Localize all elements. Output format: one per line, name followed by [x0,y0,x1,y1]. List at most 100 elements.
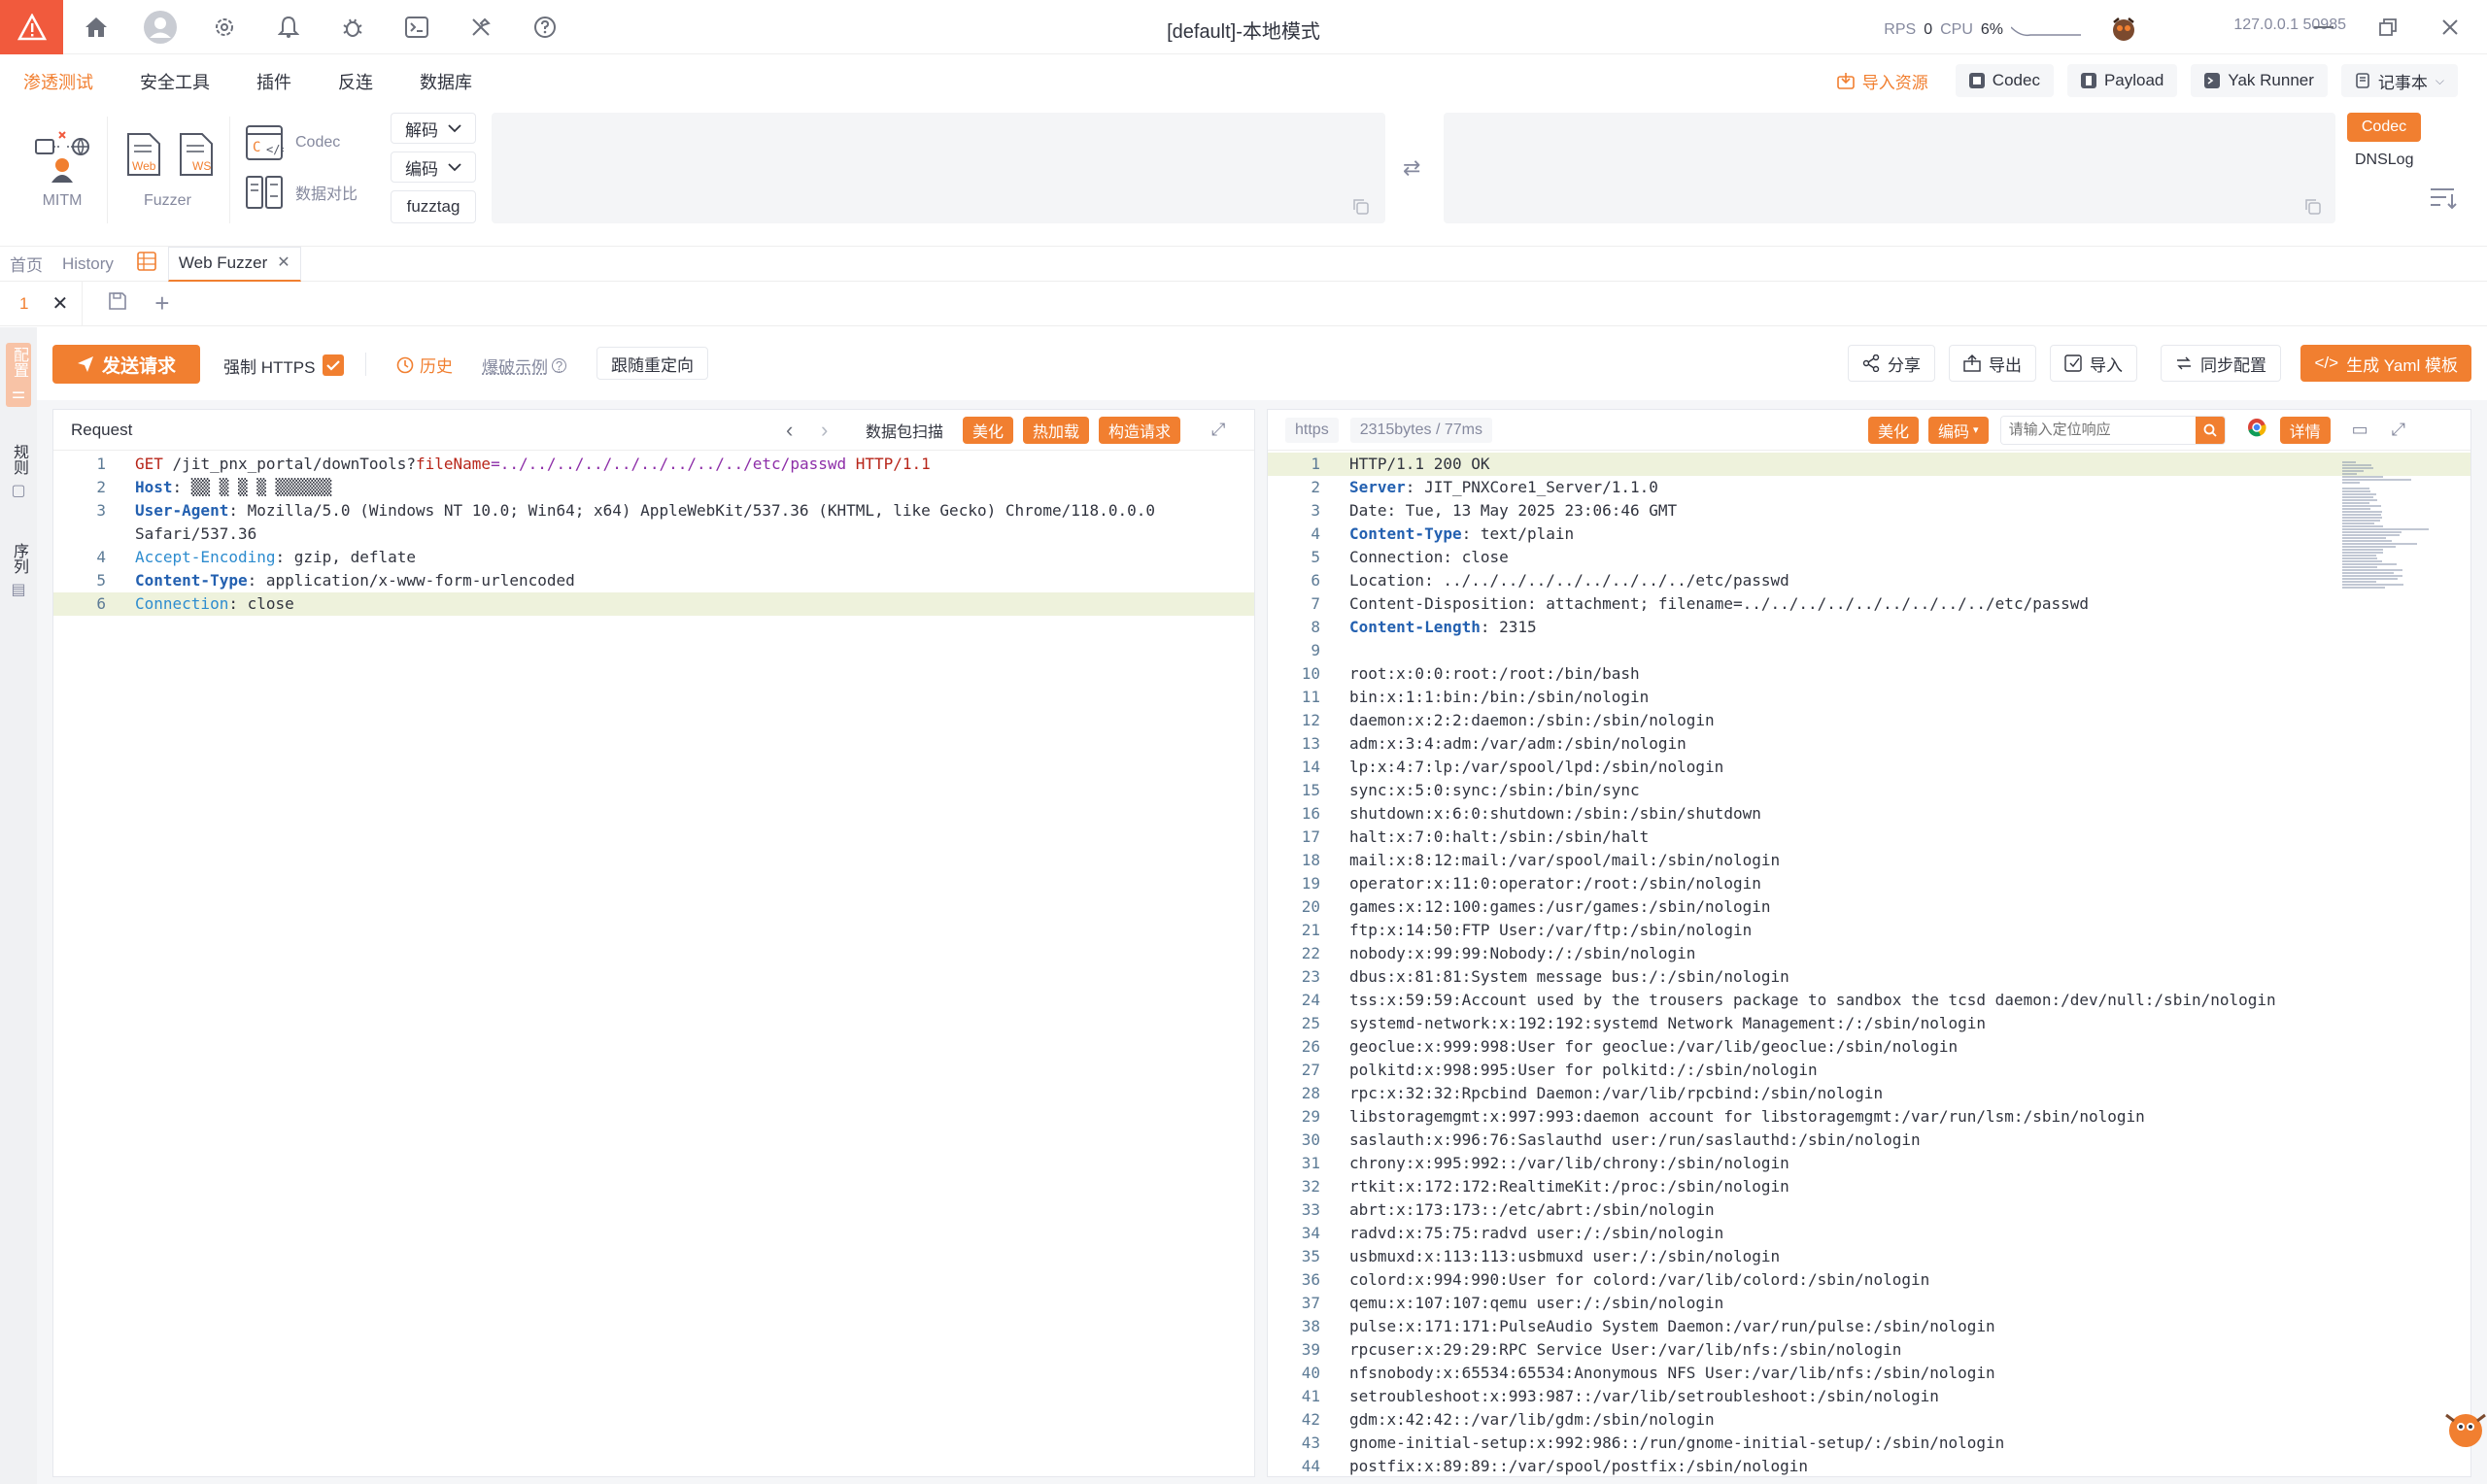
ws-fuzzer-tool[interactable]: WS [177,132,216,177]
examples-label: 爆破示例 [482,358,548,377]
compare-tool[interactable]: 数据对比 [245,175,358,210]
terminal-icon[interactable] [399,10,434,45]
sort-icon[interactable] [2429,186,2458,210]
app-logo[interactable] [0,0,63,54]
menu-security-tools[interactable]: 安全工具 [140,54,210,111]
line-text: chrony:x:995:992::/var/lib/chrony:/sbin/… [1349,1154,1789,1172]
user-avatar-icon[interactable] [143,10,178,45]
packet-scan-button[interactable]: 数据包扫描 [856,419,953,442]
tab-home[interactable]: 首页 [0,252,52,276]
add-tab-icon[interactable]: + [154,288,169,319]
line-text: Host: ▒▒ ▒ ▒ ▒ ▒▒▒▒▒▒ [135,478,332,496]
history-button[interactable]: 历史 [396,353,453,377]
mitm-tool[interactable]: MITM [27,130,97,210]
search-icon[interactable] [2195,416,2225,444]
response-line: 2 Server: JIT_PNXCore1_Server/1.1.0 [1268,476,2470,499]
minimap-line [2342,525,2384,527]
minimap-line [2342,581,2377,583]
grid-icon[interactable] [137,252,156,276]
examples-link[interactable]: 爆破示例 ? [482,354,566,378]
notebook-button[interactable]: 记事本 ⌵ [2340,64,2458,97]
copy-icon[interactable] [2304,198,2322,216]
bug-icon[interactable] [335,10,370,45]
line-number: 11 [1301,688,1320,706]
response-editor[interactable]: 1 HTTP/1.1 200 OK 2 Server: JIT_PNXCore1_Se… [1268,453,2470,1476]
response-line: 15 sync:x:5:0:sync:/sbin:/bin/sync [1268,779,2470,802]
yak-mascot-float-icon[interactable] [2440,1405,2487,1456]
encode-dropdown[interactable]: 编码 [391,152,476,183]
response-header: https 2315bytes / 77ms 美化 编码 ▾ 详情 [1268,410,2470,451]
help-icon[interactable] [528,10,562,45]
response-line: 39 rpcuser:x:29:29:RPC Service User:/var/… [1268,1338,2470,1362]
force-https-checkbox[interactable] [323,354,344,376]
minimap-line [2342,543,2417,545]
fuzztag-button[interactable]: fuzztag [391,190,476,223]
response-line: 31 chrony:x:995:992::/var/lib/chrony:/sbi… [1268,1152,2470,1175]
web-fuzzer-tool[interactable]: Web [124,132,163,177]
fullscreen-icon[interactable]: ⤢ [2392,420,2405,440]
menu-database[interactable]: 数据库 [420,54,472,111]
chevron-left-icon[interactable]: ‹ [786,418,793,443]
comment-icon[interactable]: ▭ [2352,420,2368,440]
restore-icon[interactable] [2372,12,2403,43]
copy-icon[interactable] [1352,198,1370,216]
rail-rules[interactable]: 规则 ▢ [6,444,31,500]
follow-redirect-button[interactable]: 跟随重定向 [596,347,708,380]
menu-reverse[interactable]: 反连 [338,54,373,111]
close-icon[interactable]: ✕ [277,247,290,280]
chrome-icon[interactable] [2247,418,2266,442]
menu-pentest[interactable]: 渗透测试 [23,54,93,111]
codec-output-area[interactable] [1444,113,2335,223]
codec-mode-tab[interactable]: Codec [2347,113,2421,142]
rail-sequence[interactable]: 序列 ▤ [6,543,31,599]
line-number: 13 [1301,734,1320,753]
send-request-button[interactable]: 发送请求 [52,345,200,384]
sync-config-button[interactable]: 同步配置 [2161,345,2281,382]
yak-mascot-icon[interactable] [2110,17,2137,44]
line-text: qemu:x:107:107:qemu user:/:/sbin/nologin [1349,1294,1724,1312]
line-number: 9 [1311,641,1320,659]
fullscreen-icon[interactable]: ⤢ [1211,420,1225,440]
notebook-icon [2356,73,2369,88]
tab-history[interactable]: History [52,254,123,274]
response-search-input[interactable] [2000,416,2196,444]
construct-request-button[interactable]: 构造请求 [1099,416,1181,444]
import-button[interactable]: 导入 [2050,345,2137,382]
tools-icon[interactable] [463,10,498,45]
yak-runner-button[interactable]: Yak Runner [2191,64,2328,97]
subtab-1[interactable]: 1 [19,294,28,314]
save-icon[interactable] [108,291,127,316]
rail-config[interactable]: 配置 ⚌ [6,343,31,407]
dnslog-mode-tab[interactable]: DNSLog [2355,152,2413,169]
payload-quick-button[interactable]: Payload [2066,64,2178,97]
generate-yaml-button[interactable]: </> 生成 Yaml 模板 [2300,345,2471,382]
export-button[interactable]: 导出 [1949,345,2036,382]
request-editor[interactable]: 1 GET /jit_pnx_portal/downTools?fileName=… [53,453,1254,1476]
close-window-icon[interactable] [2435,12,2466,43]
menu-plugins[interactable]: 插件 [256,54,291,111]
beautify-button[interactable]: 美化 [963,416,1014,444]
hotload-button[interactable]: 热加载 [1023,416,1090,444]
decode-dropdown[interactable]: 解码 [391,113,476,144]
rps-value: 0 [1924,21,1933,38]
detail-button[interactable]: 详情 [2279,416,2331,444]
generate-yaml-label: 生成 Yaml 模板 [2346,355,2458,375]
import-resource-button[interactable]: 导入资源 [1823,64,1942,97]
response-minimap[interactable] [2342,460,2436,589]
settings-icon[interactable] [207,10,242,45]
home-icon[interactable] [79,10,114,45]
swap-icon[interactable]: ⇄ [1403,155,1420,181]
chevron-right-icon[interactable]: › [821,418,828,443]
response-encode-dropdown[interactable]: 编码 ▾ [1928,416,1989,444]
share-button[interactable]: 分享 [1848,345,1935,382]
line-text: sync:x:5:0:sync:/sbin:/bin/sync [1349,781,1640,799]
response-beautify-button[interactable]: 美化 [1868,416,1920,444]
minimize-icon[interactable] [2308,12,2339,43]
codec-quick-button[interactable]: Codec [1955,64,2054,97]
close-icon[interactable]: ✕ [51,291,68,316]
bell-icon[interactable] [271,10,306,45]
codec-input-area[interactable] [492,113,1385,223]
tab-web-fuzzer[interactable]: Web Fuzzer ✕ [167,246,301,282]
codec-tool[interactable]: C </> Codec [245,124,340,161]
chevron-down-icon: ▾ [1973,424,1979,436]
